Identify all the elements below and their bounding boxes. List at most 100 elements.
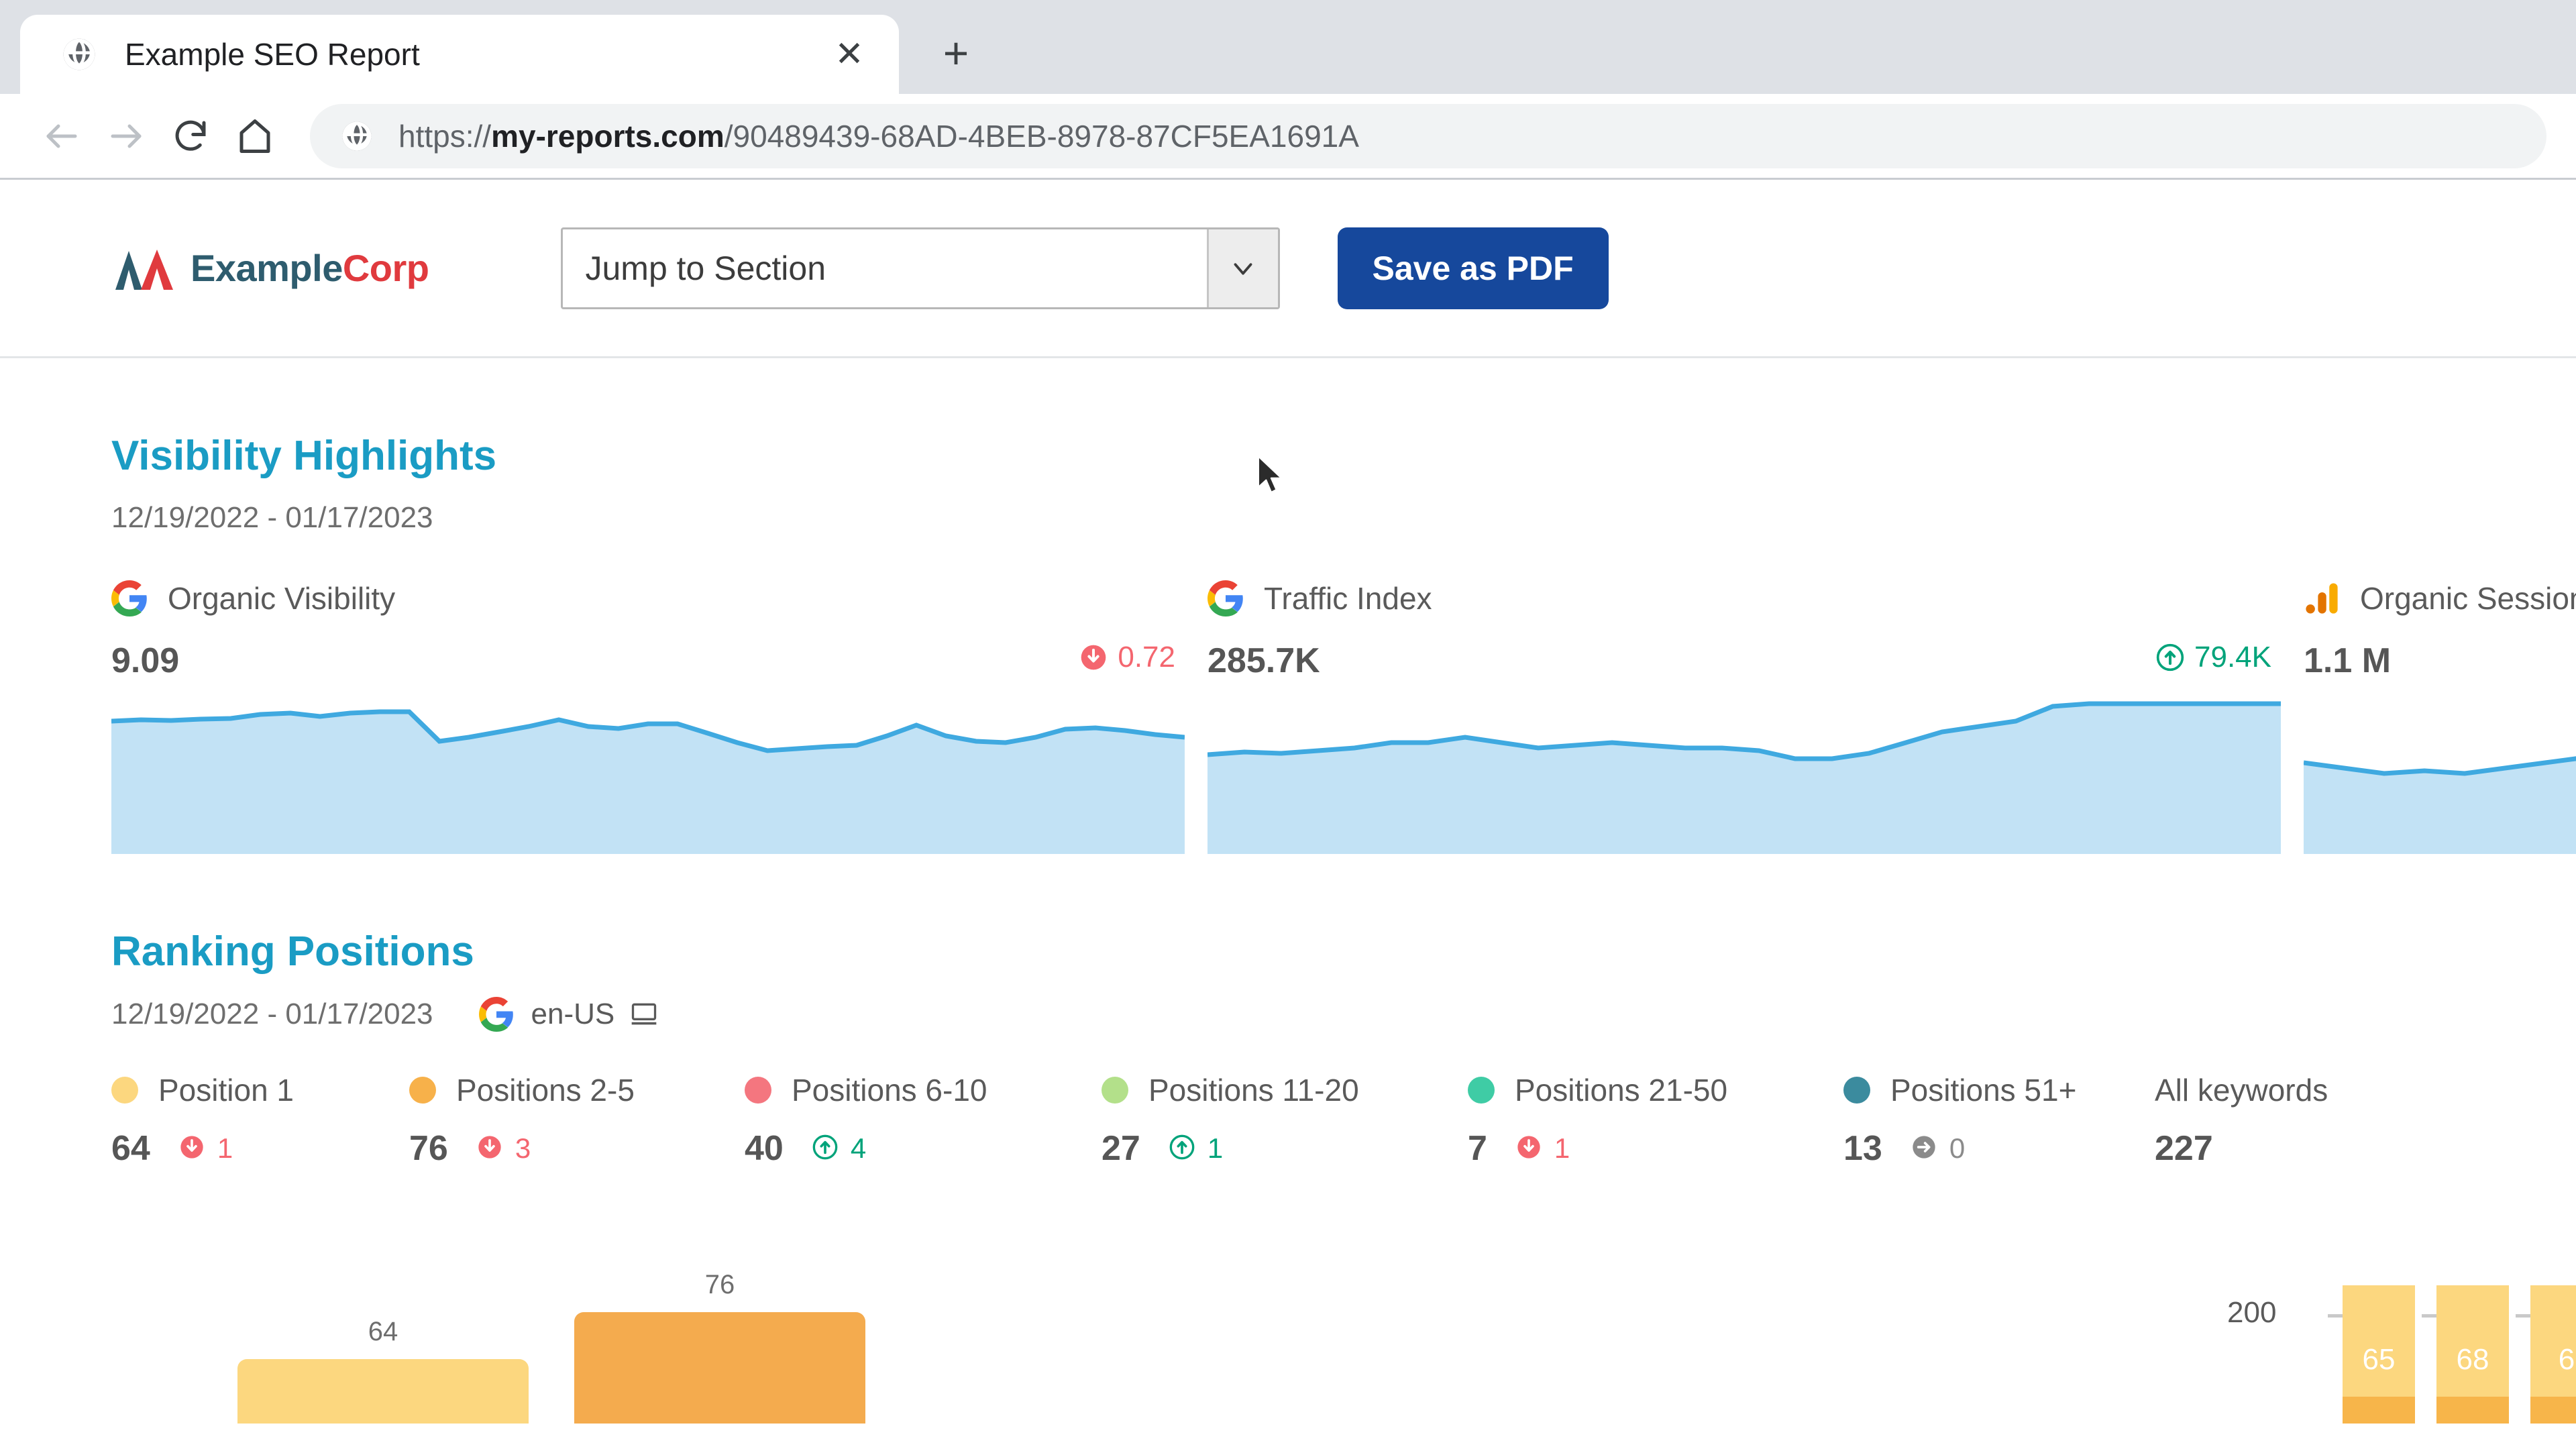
arrow-up-circle-icon [1169, 1134, 1198, 1163]
metric-sparkline [1207, 698, 2281, 854]
ranking-bucket-label: Positions 21-50 [1515, 1073, 1728, 1108]
ranking-bucket[interactable]: Position 1 64 1 [111, 1072, 409, 1169]
url-host: my-reports.com [491, 118, 724, 154]
metric-label: Traffic Index [1264, 581, 1432, 616]
legend-dot-icon [1843, 1077, 1870, 1104]
metric-header: Traffic Index [1208, 580, 2304, 616]
ranking-bucket-all[interactable]: All keywords 227 [2155, 1072, 2423, 1169]
ranking-bucket-value-row: 76 3 [409, 1128, 745, 1169]
bar-column[interactable]: 64 [237, 1317, 529, 1424]
metric-card: Organic Sessions 1.1 M [2303, 580, 2576, 854]
stacked-bar[interactable]: 6 [2530, 1285, 2576, 1424]
ranking-bucket-header: All keywords [2155, 1072, 2423, 1108]
metric-value-row: 9.09 0.72 [111, 641, 1208, 681]
visibility-date-range: 12/19/2022 - 01/17/2023 [111, 501, 2576, 535]
ranking-bucket-delta-value: 4 [850, 1132, 867, 1164]
ranking-bucket[interactable]: Positions 11-20 27 1 [1102, 1072, 1468, 1169]
ranking-bucket-header: Positions 2-5 [409, 1072, 745, 1108]
bar-value-label: 76 [704, 1270, 735, 1299]
metric-header: Organic Sessions [2304, 580, 2576, 616]
globe-icon [60, 36, 98, 73]
ranking-bucket-label: Positions 11-20 [1148, 1073, 1359, 1108]
ranking-locale: en-US [478, 997, 659, 1032]
brand-name-part2: Corp [342, 247, 429, 289]
ranking-bucket-delta: 1 [1169, 1132, 1223, 1165]
ranking-bucket-label: Positions 6-10 [792, 1073, 987, 1108]
url-bar[interactable]: https://my-reports.com/90489439-68AD-4BE… [310, 103, 2546, 168]
ranking-bucket-value-row: 40 4 [745, 1128, 1102, 1169]
ranking-bucket-header: Position 1 [111, 1072, 409, 1108]
stacked-bar-label: 65 [2362, 1343, 2396, 1376]
report-content: Visibility Highlights 12/19/2022 - 01/17… [0, 432, 2576, 1424]
ranking-bucket-label: Positions 51+ [1890, 1073, 2077, 1108]
ranking-bucket-delta: 1 [178, 1132, 233, 1165]
reload-icon[interactable] [158, 104, 223, 168]
app-header: ExampleCorp Jump to Section Save as PDF [0, 180, 2576, 358]
bar-column[interactable]: 76 [574, 1270, 865, 1424]
arrow-down-circle-icon [1515, 1134, 1545, 1163]
arrow-down-circle-icon [1079, 643, 1108, 672]
stacked-bar-segment [2436, 1397, 2509, 1424]
brand-logo: ExampleCorp [111, 246, 429, 290]
ranking-bucket[interactable]: Positions 21-50 7 1 [1468, 1072, 1843, 1169]
new-tab-button[interactable]: + [919, 16, 993, 90]
ranking-distribution-chart: 64 76 200 65 68 6 [111, 1249, 2576, 1424]
ranking-bucket-value: 13 [1843, 1129, 1882, 1168]
home-icon[interactable] [223, 104, 287, 168]
browser-tab[interactable]: Example SEO Report ✕ [20, 15, 899, 94]
brand-name-part1: Example [191, 247, 343, 289]
save-as-pdf-button[interactable]: Save as PDF [1337, 227, 1609, 309]
metric-value: 285.7K [1208, 641, 1320, 680]
jump-to-section-select[interactable]: Jump to Section [560, 227, 1280, 309]
visibility-section-title: Visibility Highlights [111, 433, 497, 479]
metric-card: Traffic Index 285.7K 79.4K [1207, 580, 2304, 854]
ranking-bucket[interactable]: Positions 6-10 40 4 [745, 1072, 1102, 1169]
visibility-metrics: Organic Visibility 9.09 0.72 Traffic Ind… [111, 580, 2576, 854]
google-icon [1208, 580, 1244, 616]
metric-delta: 0.72 [1079, 641, 1175, 674]
site-globe-icon [339, 119, 374, 154]
back-arrow-icon[interactable] [30, 104, 94, 168]
metric-delta-value: 79.4K [2194, 641, 2271, 674]
metric-value: 9.09 [111, 641, 180, 680]
ranking-meta: 12/19/2022 - 01/17/2023 en-US [111, 997, 2576, 1032]
ranking-bucket-value: 7 [1468, 1129, 1487, 1168]
legend-dot-icon [409, 1077, 436, 1104]
browser-chrome: Example SEO Report ✕ + https://my-report… [0, 0, 2576, 180]
ranking-bucket-header: Positions 51+ [1843, 1072, 2155, 1108]
ranking-bucket-delta: 4 [812, 1132, 866, 1165]
metric-delta: 79.4K [2155, 641, 2271, 674]
ranking-date-range: 12/19/2022 - 01/17/2023 [111, 998, 433, 1030]
metric-card: Organic Visibility 9.09 0.72 [111, 580, 1208, 854]
ranking-bucket-label: Positions 2-5 [456, 1073, 635, 1108]
forward-arrow-icon[interactable] [94, 104, 158, 168]
ranking-bucket-delta-value: 1 [1554, 1132, 1570, 1164]
google-icon [111, 580, 148, 616]
ranking-bucket-value-row: 13 0 [1843, 1128, 2155, 1169]
desktop-icon [629, 1000, 659, 1029]
ranking-bucket-value-row: 227 [2155, 1128, 2423, 1169]
mountain-logo-icon [111, 247, 176, 290]
url-text: https://my-reports.com/90489439-68AD-4BE… [398, 118, 1359, 154]
stacked-bar[interactable]: 65 [2343, 1285, 2415, 1424]
browser-toolbar: https://my-reports.com/90489439-68AD-4BE… [0, 94, 2576, 180]
ranking-bucket[interactable]: Positions 51+ 13 0 [1843, 1072, 2155, 1169]
stacked-bar-segment [2530, 1397, 2576, 1424]
ranking-bucket-value: 76 [409, 1129, 448, 1168]
metric-sparkline [2303, 698, 2576, 854]
ranking-bucket-delta-value: 3 [515, 1132, 531, 1164]
ranking-legend: Position 1 64 1 Positions 2-5 76 3 Posit… [111, 1072, 2576, 1169]
close-icon[interactable]: ✕ [828, 33, 871, 76]
ranking-bucket-header: Positions 6-10 [745, 1072, 1102, 1108]
stacked-bar-label: 68 [2456, 1343, 2489, 1376]
ranking-bucket-delta-value: 1 [1207, 1132, 1224, 1164]
stacked-bar-label: 6 [2558, 1343, 2575, 1376]
metric-header: Organic Visibility [111, 580, 1208, 616]
keywords-over-time-chart: 200 65 68 6 [2227, 1249, 2576, 1424]
ranking-section-title: Ranking Positions [111, 928, 474, 975]
ranking-bucket-header: Positions 21-50 [1468, 1072, 1843, 1108]
bar-rect [574, 1312, 865, 1424]
stacked-bar[interactable]: 68 [2436, 1285, 2509, 1424]
ranking-bucket[interactable]: Positions 2-5 76 3 [409, 1072, 745, 1169]
chevron-down-icon[interactable] [1206, 229, 1278, 307]
